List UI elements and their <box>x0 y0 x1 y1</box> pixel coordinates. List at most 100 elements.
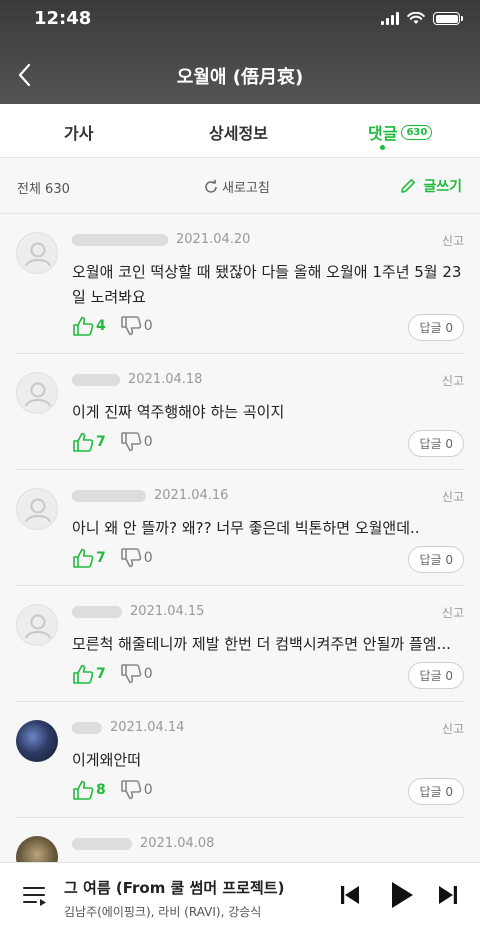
like-count: 7 <box>96 666 106 682</box>
like-count: 7 <box>96 550 106 566</box>
comment-date: 2021.04.15 <box>130 604 205 619</box>
default-user-icon <box>25 498 51 523</box>
total-count: 전체 630 <box>17 182 70 197</box>
thumbs-up-icon <box>73 780 94 800</box>
default-user-icon <box>25 242 51 267</box>
comment-toolbar: 전체 630 새로고침 글쓰기 <box>0 158 480 214</box>
thumbs-up-icon <box>73 548 94 568</box>
dislike-count: 0 <box>143 782 153 798</box>
comment-actions: 7 0 <box>72 432 153 452</box>
play-icon[interactable] <box>388 880 416 910</box>
playlist-icon[interactable] <box>22 885 48 907</box>
dislike-count: 0 <box>143 318 153 334</box>
avatar <box>16 720 58 762</box>
dislike-button[interactable]: 0 <box>120 316 153 336</box>
thumbs-up-icon <box>73 316 94 336</box>
report-button[interactable]: 신고 <box>442 372 464 389</box>
blurred-nickname <box>72 373 120 386</box>
comment-item: 2021.04.14 신고 이게왜안떠 8 0 답글 0 <box>0 702 480 818</box>
comment-date: 2021.04.20 <box>176 232 251 247</box>
comment-item: 2021.04.16 신고 아니 왜 안 뜰까? 왜?? 너무 좋은데 빅톤하면… <box>0 470 480 586</box>
header: 12:48 오월애 (俉月哀) <box>0 0 480 104</box>
comment-date: 2021.04.08 <box>140 836 215 851</box>
nav-bar: 오월애 (俉月哀) <box>0 50 480 100</box>
blurred-nickname <box>72 837 132 850</box>
reply-button[interactable]: 답글 0 <box>408 314 464 341</box>
song-artist: 김남주(에이핑크), 라비 (RAVI), 강승식 <box>64 905 262 919</box>
thumbs-down-icon <box>120 548 142 568</box>
blurred-nickname <box>72 489 146 502</box>
write-label: 글쓰기 <box>423 179 462 195</box>
default-user-icon <box>25 614 51 639</box>
thumbs-down-icon <box>120 664 142 684</box>
tab-details[interactable]: 상세정보 <box>209 120 268 144</box>
blurred-nickname <box>72 233 168 246</box>
comment-item: 2021.04.08 <box>0 818 480 862</box>
like-count: 8 <box>96 782 106 798</box>
like-count: 7 <box>96 434 106 450</box>
song-title[interactable]: 그 여름 (From 쿨 썸머 프로젝트) <box>64 877 284 898</box>
pencil-icon <box>401 179 416 193</box>
dislike-count: 0 <box>143 434 153 450</box>
report-button[interactable]: 신고 <box>442 604 464 621</box>
comment-date: 2021.04.14 <box>110 720 185 735</box>
comment-actions: 4 0 <box>72 316 153 336</box>
reply-button[interactable]: 답글 0 <box>408 546 464 573</box>
refresh-icon <box>205 179 217 193</box>
comment-actions: 7 0 <box>72 664 153 684</box>
report-button[interactable]: 신고 <box>442 232 464 249</box>
avatar <box>16 232 58 274</box>
comment-item: 2021.04.15 신고 모른척 해줄테니까 제발 한번 더 컴백시켜주면 안… <box>0 586 480 702</box>
thumbs-up-icon <box>73 664 94 684</box>
comment-text: 아니 왜 안 뜰까? 왜?? 너무 좋은데 빅톤하면 오월앤데.. <box>72 519 420 537</box>
like-button[interactable]: 8 <box>72 780 106 800</box>
comment-count-badge: 630 <box>401 124 433 140</box>
tab-lyrics[interactable]: 가사 <box>64 120 93 144</box>
dislike-button[interactable]: 0 <box>120 780 153 800</box>
reply-button[interactable]: 답글 0 <box>408 778 464 805</box>
previous-icon[interactable] <box>338 883 362 907</box>
next-icon[interactable] <box>436 883 460 907</box>
comment-item: 2021.04.18 신고 이게 진짜 역주행해야 하는 곡이지 7 0 답글 … <box>0 354 480 470</box>
like-button[interactable]: 7 <box>72 548 106 568</box>
refresh-label: 새로고침 <box>222 181 270 196</box>
like-button[interactable]: 7 <box>72 432 106 452</box>
comment-meta: 2021.04.14 <box>72 720 184 735</box>
mini-player: 그 여름 (From 쿨 썸머 프로젝트) 김남주(에이핑크), 라비 (RAV… <box>0 862 480 932</box>
comment-meta: 2021.04.18 <box>72 372 202 387</box>
thumbs-up-icon <box>73 432 94 452</box>
report-button[interactable]: 신고 <box>442 720 464 737</box>
write-button[interactable]: 글쓰기 <box>399 176 462 196</box>
dislike-button[interactable]: 0 <box>120 432 153 452</box>
comment-text: 모른척 해줄테니까 제발 한번 더 컴백시켜주면 안될까 플엠... <box>72 635 451 653</box>
dislike-button[interactable]: 0 <box>120 664 153 684</box>
reply-button[interactable]: 답글 0 <box>408 662 464 689</box>
avatar <box>16 836 58 862</box>
page-title: 오월애 (俉月哀) <box>176 67 304 88</box>
refresh-button[interactable]: 새로고침 <box>203 177 270 196</box>
tab-comments[interactable]: 댓글 630 <box>368 120 433 144</box>
report-button[interactable]: 신고 <box>442 488 464 505</box>
comment-text: 오월애 코인 떡상할 때 됐잖아 다들 올해 오월애 1주년 5월 23일 노려… <box>72 263 462 306</box>
thumbs-down-icon <box>120 780 142 800</box>
tab-bar: 가사 상세정보 댓글 630 <box>0 104 480 158</box>
like-button[interactable]: 4 <box>72 316 106 336</box>
wifi-icon <box>407 12 425 24</box>
tab-comments-label: 댓글 <box>368 124 398 143</box>
reply-button[interactable]: 답글 0 <box>408 430 464 457</box>
thumbs-down-icon <box>120 316 142 336</box>
like-count: 4 <box>96 318 106 334</box>
default-user-icon <box>25 382 51 407</box>
comment-text: 이게 진짜 역주행해야 하는 곡이지 <box>72 403 285 421</box>
like-button[interactable]: 7 <box>72 664 106 684</box>
dislike-count: 0 <box>143 666 153 682</box>
dislike-button[interactable]: 0 <box>120 548 153 568</box>
comment-meta: 2021.04.15 <box>72 604 204 619</box>
status-icons <box>381 12 463 25</box>
comment-date: 2021.04.16 <box>154 488 229 503</box>
comment-meta: 2021.04.20 <box>72 232 250 247</box>
comment-date: 2021.04.18 <box>128 372 203 387</box>
comment-actions: 7 0 <box>72 548 153 568</box>
blurred-nickname <box>72 721 102 734</box>
avatar <box>16 372 58 414</box>
